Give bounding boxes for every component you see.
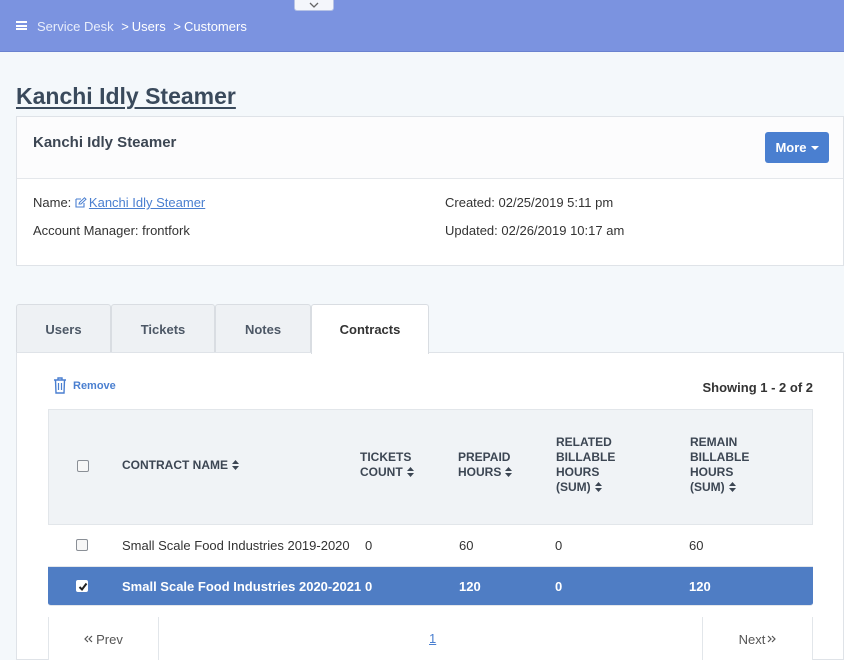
column-tickets-count[interactable]: TICKETS COUNT bbox=[360, 450, 414, 480]
tickets-count-cell: 0 bbox=[365, 538, 373, 553]
table-row-selected[interactable]: Small Scale Food Industries 2020-2021 0 … bbox=[48, 567, 813, 606]
hamburger-icon[interactable] bbox=[16, 21, 27, 30]
breadcrumb-service-desk[interactable]: Service Desk bbox=[37, 19, 114, 34]
select-all-checkbox[interactable] bbox=[77, 460, 89, 472]
column-remain-label-1: REMAIN bbox=[690, 435, 738, 449]
account-manager-field: Account Manager: frontfork bbox=[33, 223, 190, 238]
contract-name-cell[interactable]: Small Scale Food Industries 2019-2020 bbox=[122, 538, 350, 553]
check-icon bbox=[78, 582, 88, 592]
contracts-table: CONTRACT NAME TICKETS COUNT PREPAID HOUR… bbox=[48, 409, 813, 606]
double-chevron-right-icon bbox=[767, 635, 777, 643]
contract-name-cell[interactable]: Small Scale Food Industries 2020-2021 bbox=[122, 579, 361, 594]
contracts-panel: Remove Showing 1 - 2 of 2 CONTRACT NAME … bbox=[16, 352, 844, 660]
caret-down-icon bbox=[810, 146, 819, 150]
edit-icon bbox=[75, 197, 87, 208]
trash-icon bbox=[54, 377, 66, 394]
chevron-down-icon bbox=[309, 2, 319, 8]
row-checkbox[interactable] bbox=[76, 539, 88, 551]
column-remain-billable-hours[interactable]: REMAIN BILLABLE HOURS (SUM) bbox=[690, 435, 749, 495]
row-checkbox-checked[interactable] bbox=[76, 580, 88, 592]
tab-contracts[interactable]: Contracts bbox=[311, 304, 429, 354]
column-related-label-1: RELATED bbox=[556, 435, 612, 449]
column-prepaid-label-1: PREPAID bbox=[458, 450, 511, 464]
related-hours-cell: 0 bbox=[555, 579, 563, 594]
prepaid-hours-cell: 60 bbox=[459, 538, 474, 553]
name-edit-link[interactable]: Kanchi Idly Steamer bbox=[75, 195, 205, 210]
created-field: Created: 02/25/2019 5:11 pm bbox=[445, 195, 613, 210]
top-bar: Service Desk > Users > Customers bbox=[0, 0, 844, 52]
name-value: Kanchi Idly Steamer bbox=[88, 195, 206, 210]
column-tickets-label-2: COUNT bbox=[360, 465, 403, 479]
tab-tickets[interactable]: Tickets bbox=[111, 304, 215, 353]
pagination: Prev 1 Next bbox=[48, 617, 813, 660]
card-header: Kanchi Idly Steamer More bbox=[17, 117, 843, 179]
tickets-count-cell: 0 bbox=[365, 579, 373, 594]
updated-label: Updated: bbox=[445, 223, 498, 238]
remain-hours-cell: 60 bbox=[689, 538, 704, 553]
breadcrumb-separator: > bbox=[121, 19, 129, 34]
updated-value: 02/26/2019 10:17 am bbox=[501, 223, 625, 238]
page-number-link[interactable]: 1 bbox=[429, 631, 436, 646]
remain-hours-cell: 120 bbox=[689, 579, 711, 594]
next-page-button[interactable]: Next bbox=[702, 617, 812, 660]
showing-count: Showing 1 - 2 of 2 bbox=[702, 380, 813, 395]
page-title[interactable]: Kanchi Idly Steamer bbox=[16, 83, 236, 110]
column-remain-label-4: (SUM) bbox=[690, 480, 725, 494]
column-related-label-4: (SUM) bbox=[556, 480, 591, 494]
customer-info-card: Kanchi Idly Steamer More Name: Kanchi Id… bbox=[16, 116, 844, 266]
more-button[interactable]: More bbox=[765, 132, 829, 163]
prepaid-hours-cell: 120 bbox=[459, 579, 481, 594]
prev-label: Prev bbox=[96, 631, 123, 647]
column-remain-label-2: BILLABLE bbox=[690, 450, 750, 464]
sort-icon bbox=[505, 467, 513, 477]
double-chevron-left-icon bbox=[84, 635, 93, 643]
tab-notes[interactable]: Notes bbox=[215, 304, 311, 353]
breadcrumb: Service Desk > Users > Customers bbox=[37, 19, 247, 34]
column-related-billable-hours[interactable]: RELATED BILLABLE HOURS (SUM) bbox=[556, 435, 615, 495]
created-value: 02/25/2019 5:11 pm bbox=[498, 195, 614, 210]
column-remain-label-3: HOURS bbox=[690, 465, 734, 479]
column-contract-name-label: CONTRACT NAME bbox=[122, 458, 228, 472]
column-prepaid-hours[interactable]: PREPAID HOURS bbox=[458, 450, 513, 480]
table-row[interactable]: Small Scale Food Industries 2019-2020 0 … bbox=[48, 525, 813, 567]
breadcrumb-separator: > bbox=[173, 19, 181, 34]
related-hours-cell: 0 bbox=[555, 538, 563, 553]
name-label: Name: bbox=[33, 195, 72, 210]
more-button-label: More bbox=[775, 140, 807, 155]
tab-users[interactable]: Users bbox=[16, 304, 111, 353]
collapse-toggle[interactable] bbox=[294, 0, 334, 11]
remove-label: Remove bbox=[73, 379, 116, 392]
name-field: Name: Kanchi Idly Steamer bbox=[33, 195, 205, 210]
column-prepaid-label-2: HOURS bbox=[458, 465, 502, 479]
sort-icon bbox=[728, 482, 736, 492]
sort-icon bbox=[594, 482, 602, 492]
column-contract-name[interactable]: CONTRACT NAME bbox=[122, 458, 239, 473]
card-title: Kanchi Idly Steamer bbox=[33, 134, 177, 151]
remove-button[interactable]: Remove bbox=[53, 377, 116, 394]
prev-page-button[interactable]: Prev bbox=[49, 617, 159, 660]
next-label: Next bbox=[738, 631, 766, 647]
column-related-label-3: HOURS bbox=[556, 465, 600, 479]
created-label: Created: bbox=[445, 195, 495, 210]
table-header: CONTRACT NAME TICKETS COUNT PREPAID HOUR… bbox=[48, 409, 813, 525]
updated-field: Updated: 02/26/2019 10:17 am bbox=[445, 223, 624, 238]
breadcrumb-users[interactable]: Users bbox=[132, 19, 166, 34]
account-manager-label: Account Manager: bbox=[33, 223, 139, 238]
account-manager-value: frontfork bbox=[142, 223, 190, 238]
sort-icon bbox=[406, 467, 414, 477]
column-related-label-2: BILLABLE bbox=[556, 450, 616, 464]
sort-icon bbox=[232, 460, 239, 470]
column-tickets-label-1: TICKETS bbox=[360, 450, 412, 464]
breadcrumb-customers[interactable]: Customers bbox=[184, 19, 247, 34]
